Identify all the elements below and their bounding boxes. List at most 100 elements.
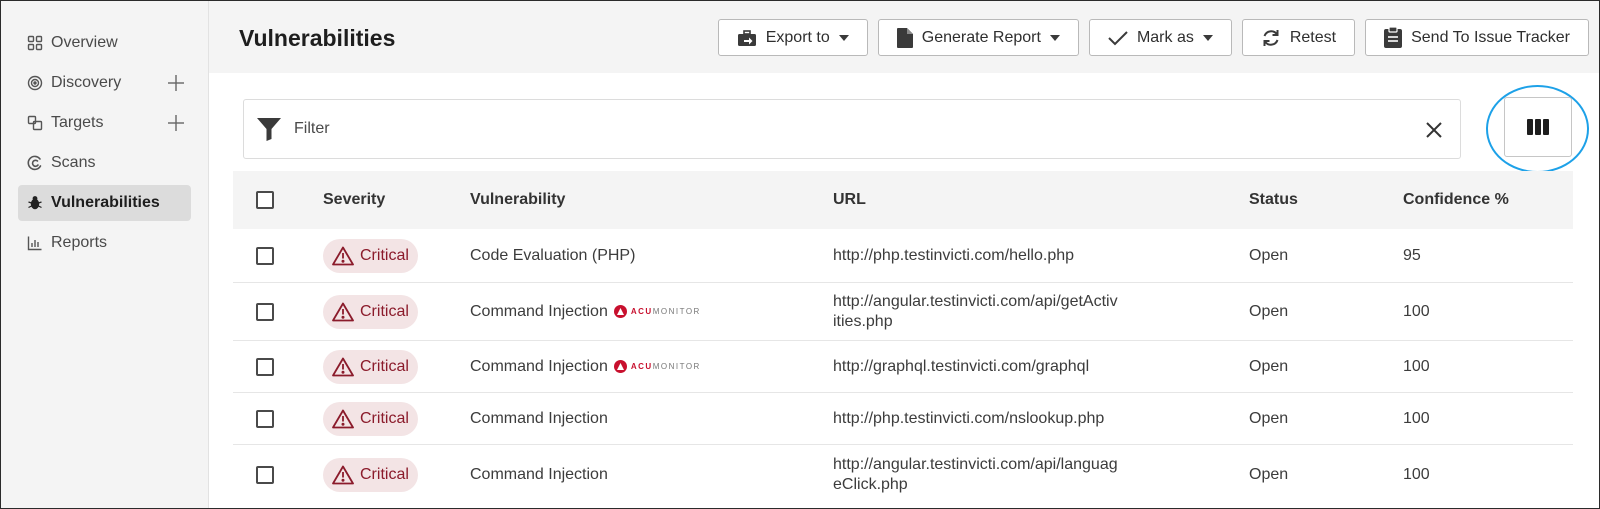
warning-icon (332, 357, 354, 376)
retest-button[interactable]: Retest (1241, 19, 1356, 56)
mark-as-label: Mark as (1136, 28, 1194, 46)
table-row[interactable]: Critical Command Injection http://php.te… (233, 393, 1573, 445)
url-text: http://graphql.testinvicti.com/graphql (833, 357, 1090, 375)
severity-badge: Critical (323, 458, 418, 492)
sidebar-item-label: Vulnerabilities (51, 194, 160, 211)
select-all-checkbox[interactable] (256, 191, 274, 209)
export-to-button[interactable]: Export to (717, 19, 868, 56)
row-checkbox[interactable] (256, 466, 274, 484)
chevron-down-icon (1202, 34, 1213, 41)
warning-icon (332, 246, 354, 265)
column-settings-button[interactable] (1504, 97, 1572, 157)
row-checkbox[interactable] (256, 246, 274, 265)
vulnerability-name[interactable]: Command Injection (470, 466, 608, 484)
filter-placeholder: Filter (294, 120, 330, 137)
confidence-text: 100 (1403, 357, 1430, 375)
warning-icon (332, 302, 354, 321)
confidence-text: 100 (1403, 466, 1430, 483)
main-content: Vulnerabilities Export to Generate Repor… (209, 1, 1599, 508)
column-header-severity[interactable]: Severity (323, 191, 470, 209)
column-header-vulnerability[interactable]: Vulnerability (470, 191, 833, 209)
grid-icon (27, 35, 43, 51)
toolbar: Export to Generate Report Mark as Retest… (717, 19, 1589, 56)
chevron-down-icon (1049, 34, 1060, 41)
url-text: http://angular.testinvicti.com/api/langu… (833, 456, 1118, 473)
app-window: Overview Discovery Targets Scans Vulnera… (0, 0, 1600, 509)
retest-label: Retest (1289, 28, 1337, 46)
checkmark-icon (1108, 30, 1128, 45)
scan-icon (27, 155, 42, 171)
severity-label: Critical (360, 246, 409, 264)
sidebar-item-label: Targets (51, 114, 104, 131)
severity-label: Critical (360, 302, 409, 320)
url-text: http://php.testinvicti.com/hello.php (833, 246, 1075, 264)
status-text: Open (1249, 246, 1289, 264)
page-title: Vulnerabilities (239, 25, 396, 51)
acumonitor-icon (613, 360, 627, 373)
vulnerability-name[interactable]: Command Injection (470, 303, 608, 321)
sidebar-item-discovery[interactable]: Discovery (18, 65, 191, 101)
plus-icon[interactable] (167, 74, 185, 92)
chevron-down-icon (838, 34, 849, 41)
sidebar-item-overview[interactable]: Overview (18, 25, 191, 61)
url-text: http://php.testinvicti.com/nslookup.php (833, 409, 1105, 427)
url-text: http://angular.testinvicti.com/api/getAc… (833, 292, 1118, 310)
url-text: eClick.php (833, 476, 908, 493)
filter-icon (257, 118, 281, 141)
severity-badge: Critical (323, 294, 418, 329)
sidebar-item-label: Reports (51, 234, 108, 251)
document-icon (896, 27, 913, 48)
mark-as-button[interactable]: Mark as (1088, 19, 1232, 56)
severity-badge: Critical (323, 238, 418, 273)
url-text: ities.php (833, 312, 893, 330)
acumonitor-icon (613, 305, 627, 318)
status-text: Open (1249, 357, 1289, 375)
row-checkbox[interactable] (256, 357, 274, 376)
vulnerability-name[interactable]: Command Injection (470, 358, 608, 376)
plus-icon[interactable] (167, 114, 185, 132)
sidebar-item-label: Scans (51, 154, 96, 171)
row-checkbox[interactable] (256, 302, 274, 321)
sidebar-item-reports[interactable]: Reports (18, 225, 191, 261)
table-row[interactable]: Critical Command Injection ACU MONITOR ht… (233, 341, 1573, 393)
severity-label: Critical (360, 357, 409, 375)
sidebar-item-vulnerabilities[interactable]: Vulnerabilities (18, 185, 191, 221)
column-header-status[interactable]: Status (1249, 191, 1403, 209)
export-to-label: Export to (765, 28, 830, 46)
table-header: Severity Vulnerability URL Status Confid… (233, 171, 1573, 229)
clipboard-icon (1384, 27, 1403, 48)
status-text: Open (1249, 409, 1289, 427)
sidebar-item-scans[interactable]: Scans (18, 145, 191, 181)
generate-report-label: Generate Report (921, 28, 1041, 46)
acumonitor-logo: ACU MONITOR (613, 305, 701, 318)
target-circle-icon (27, 75, 43, 91)
page-header: Vulnerabilities Export to Generate Repor… (209, 1, 1599, 73)
send-to-issue-tracker-button[interactable]: Send To Issue Tracker (1365, 19, 1589, 56)
severity-badge: Critical (323, 401, 418, 436)
status-text: Open (1249, 302, 1289, 320)
table-row[interactable]: Critical Code Evaluation (PHP) http://ph… (233, 229, 1573, 283)
generate-report-button[interactable]: Generate Report (877, 19, 1079, 56)
sidebar-item-label: Overview (51, 34, 118, 51)
vulnerabilities-table: Severity Vulnerability URL Status Confid… (233, 171, 1573, 505)
sidebar-item-targets[interactable]: Targets (18, 105, 191, 141)
severity-label: Critical (360, 409, 409, 427)
column-header-confidence[interactable]: Confidence % (1403, 191, 1573, 209)
warning-icon (332, 409, 354, 428)
table-row[interactable]: Critical Command Injection ACU MONITOR ht… (233, 283, 1573, 341)
column-header-url[interactable]: URL (833, 190, 1249, 210)
vulnerability-name[interactable]: Command Injection (470, 410, 608, 428)
filter-input[interactable]: Filter (243, 99, 1461, 159)
warning-icon (332, 465, 354, 485)
vulnerability-name[interactable]: Code Evaluation (PHP) (470, 247, 635, 265)
targets-icon (27, 115, 43, 131)
acumonitor-logo: ACU MONITOR (613, 360, 701, 373)
sidebar: Overview Discovery Targets Scans Vulnera… (1, 1, 209, 508)
severity-label: Critical (360, 466, 409, 483)
severity-badge: Critical (323, 349, 418, 384)
row-checkbox[interactable] (256, 409, 274, 428)
confidence-text: 100 (1403, 409, 1430, 427)
table-row[interactable]: Critical Command Injection http://angula… (233, 445, 1573, 505)
close-icon[interactable] (1426, 122, 1442, 138)
confidence-text: 95 (1403, 246, 1421, 264)
